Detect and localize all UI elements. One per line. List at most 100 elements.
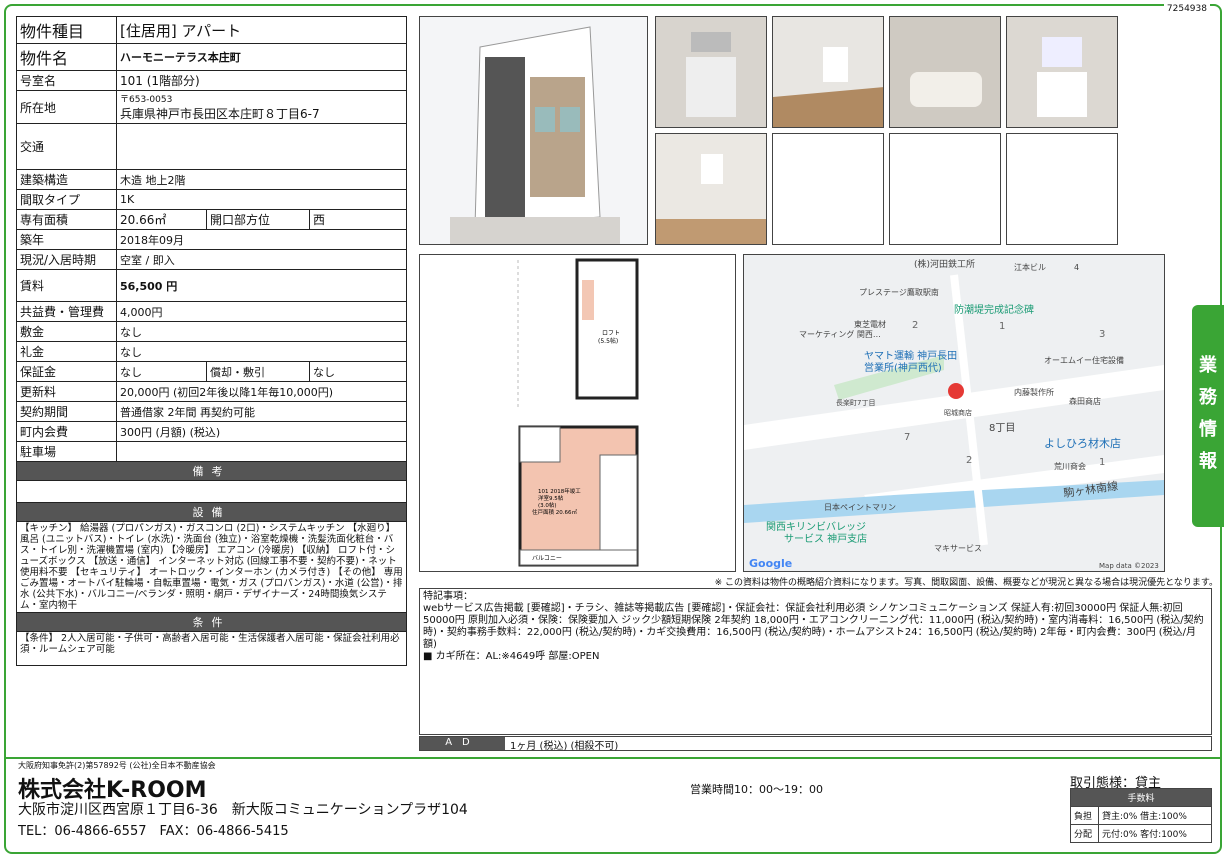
svg-text:1: 1 [1099, 457, 1105, 468]
svg-text:8丁目: 8丁目 [989, 423, 1015, 434]
amort-value: なし [309, 361, 407, 382]
loft-photo[interactable] [655, 133, 767, 245]
svg-text:住戸面積 20.66㎡: 住戸面積 20.66㎡ [532, 508, 577, 516]
structure-label: 建築構造 [16, 169, 117, 190]
setsubi-header: 設備 [16, 502, 407, 522]
biko-body [16, 480, 407, 503]
business-hours: 営業時間10：00〜19：00 [690, 783, 823, 796]
remarks-title: 特記事項： [423, 591, 473, 602]
mgmt-value: 4,000円 [116, 301, 407, 322]
rent-value: 56,500 円 [116, 269, 407, 302]
renewal-value: 20,000円 (初回2年後以降1年毎10,000円) [116, 381, 407, 402]
svg-text:荒川商会: 荒川商会 [1054, 461, 1086, 471]
empty-photo-2 [889, 133, 1001, 245]
svg-text:江本ビル: 江本ビル [1014, 262, 1046, 272]
amort-label: 償却・敷引 [206, 361, 310, 382]
type-value: [住居用] アパート [116, 16, 407, 44]
svg-text:2: 2 [912, 320, 918, 331]
svg-text:(株)河田鉄工所: (株)河田鉄工所 [914, 258, 975, 270]
svg-text:洋室9.5帖: 洋室9.5帖 [538, 494, 564, 502]
contract-value: 普通借家 2年間 再契約可能 [116, 401, 407, 422]
svg-text:サービス 神戸支店: サービス 神戸支店 [784, 532, 867, 545]
facing-label: 開口部方位 [206, 209, 310, 230]
zip: 〒653-0053 [120, 95, 173, 105]
svg-text:防潮堤完成記念碑: 防潮堤完成記念碑 [954, 303, 1034, 316]
svg-text:オーエムイー住宅設備: オーエムイー住宅設備 [1044, 355, 1124, 365]
exterior-photo[interactable] [419, 16, 648, 245]
address-label: 所在地 [16, 90, 117, 124]
fee-table: 手数料 負担 貸主:0% 借主:100% 分配 元付:0% 客付:100% [1070, 788, 1212, 843]
plan-room-label: 101 2018年竣工 [538, 487, 581, 495]
name-label: 物件名 [16, 43, 117, 71]
deposit-label: 敷金 [16, 321, 117, 342]
svg-text:営業所(神戸西代): 営業所(神戸西代) [864, 361, 942, 374]
area-label: 専有面積 [16, 209, 117, 230]
access-value [116, 123, 407, 170]
side-tab-label: 業務情報 [1199, 355, 1217, 472]
fee-row1-label: 負担 [1070, 806, 1099, 825]
room-label: 号室名 [16, 70, 117, 91]
joken-body: 【条件】 2人入居可能・子供可・高齢者入居可能・生活保護者入居可能・保証会社利用… [16, 631, 407, 666]
kitchen-photo[interactable] [655, 16, 767, 128]
floor-plan: ロフト (5.5帖) 101 2018年竣工 洋室9.5帖 (3.0帖) 住戸面… [419, 254, 736, 572]
layout-label: 間取タイプ [16, 189, 117, 210]
license-text: 大阪府知事免許(2)第57892号 (公社)全日本不動産協会 [18, 761, 216, 770]
fee-header: 手数料 [1070, 788, 1212, 807]
facing-value: 西 [309, 209, 407, 230]
ad-value: 1ヶ月 (税込) (相殺不可) [510, 741, 619, 752]
contract-label: 契約期間 [16, 401, 117, 422]
built-label: 築年 [16, 229, 117, 250]
assoc-value: 300円 (月額) (税込) [116, 421, 407, 442]
parking-label: 駐車場 [16, 441, 117, 462]
mgmt-label: 共益費・管理費 [16, 301, 117, 322]
guarantee-label: 保証金 [16, 361, 117, 382]
ad-label: AD [420, 737, 505, 750]
svg-text:昭城商店: 昭城商店 [944, 408, 972, 417]
empty-photo-3 [1006, 133, 1118, 245]
svg-text:森田商店: 森田商店 [1069, 396, 1101, 406]
fee-row1-value: 貸主:0% 借主:100% [1098, 806, 1212, 825]
doc-id: 7254938 [1163, 4, 1210, 14]
svg-text:2: 2 [966, 455, 972, 466]
remarks-key: ■ カギ所在：AL:※4649呼 部屋:OPEN [423, 651, 600, 662]
svg-text:Map data ©2023: Map data ©2023 [1099, 562, 1159, 570]
footer-divider [4, 757, 1222, 759]
svg-text:東芝電材: 東芝電材 [854, 319, 886, 329]
room-photo[interactable] [772, 16, 884, 128]
name-value: ハーモニーテラス本庄町 [116, 43, 407, 71]
fee-row2-label: 分配 [1070, 824, 1099, 843]
ad-row: AD 1ヶ月 (税込) (相殺不可) [419, 736, 1212, 752]
rent-label: 賃料 [16, 269, 117, 302]
plan-loft-label: ロフト [602, 330, 620, 337]
empty-photo-1 [772, 133, 884, 245]
biko-header: 備考 [16, 461, 407, 481]
assoc-label: 町内会費 [16, 421, 117, 442]
remarks-box: 特記事項： webサービス広告掲載 [要確認]・チラシ、雑誌等掲載広告 [要確認… [419, 588, 1212, 735]
svg-text:マーケティング 関西…: マーケティング 関西… [799, 329, 881, 339]
location-map[interactable]: (株)河田鉄工所 江本ビル 4 プレステージ鷹取駅南 防潮堤完成記念碑 東芝電材… [743, 254, 1165, 572]
svg-text:マキサービス: マキサービス [934, 544, 982, 553]
svg-text:(3.0帖): (3.0帖) [538, 501, 557, 509]
svg-text:3: 3 [1099, 329, 1105, 340]
parking-value [116, 441, 407, 462]
keymoney-label: 礼金 [16, 341, 117, 362]
company-tel: TEL：06-4866-6557 FAX：06-4866-5415 [18, 824, 289, 839]
remarks-body: webサービス広告掲載 [要確認]・チラシ、雑誌等掲載広告 [要確認]・保証会社… [423, 603, 1204, 650]
plan-balcony-label: バルコニー [532, 555, 562, 562]
svg-text:プレステージ鷹取駅南: プレステージ鷹取駅南 [859, 287, 939, 297]
deposit-value: なし [116, 321, 407, 342]
setsubi-body: 【キッチン】 給湯器 (プロパンガス)・ガスコンロ (2口)・システムキッチン … [16, 521, 407, 613]
disclaimer-note: ※ この資料は物件の概略紹介資料になります。写真、間取図面、設備、概要などが現況… [714, 578, 1218, 588]
status-label: 現況/入居時期 [16, 249, 117, 270]
guarantee-value: なし [116, 361, 207, 382]
svg-text:(5.5帖): (5.5帖) [598, 337, 618, 345]
business-info-tab[interactable]: 業務情報 [1192, 305, 1224, 527]
washroom-photo[interactable] [1006, 16, 1118, 128]
svg-text:Google: Google [749, 557, 792, 570]
svg-text:関西キリンビバレッジ: 関西キリンビバレッジ [766, 521, 866, 533]
layout-value: 1K [116, 189, 407, 210]
svg-text:日本ペイントマリン: 日本ペイントマリン [824, 502, 896, 512]
svg-text:ヤマト運輸 神戸長田: ヤマト運輸 神戸長田 [864, 349, 957, 362]
renewal-label: 更新料 [16, 381, 117, 402]
bath-photo[interactable] [889, 16, 1001, 128]
